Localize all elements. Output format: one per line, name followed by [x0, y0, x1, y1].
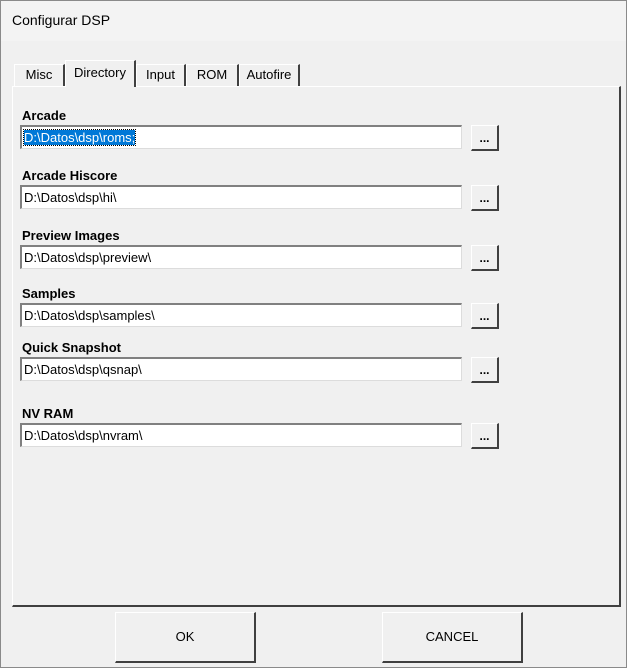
nv-ram-label: NV RAM	[22, 406, 74, 421]
ok-button[interactable]: OK	[115, 612, 256, 663]
arcade-hiscore-browse-button[interactable]: ...	[471, 185, 499, 211]
quick-snapshot-path-input[interactable]: D:\Datos\dsp\qsnap\	[20, 357, 462, 381]
tab-input[interactable]: Input	[136, 64, 186, 86]
samples-path-input[interactable]: D:\Datos\dsp\samples\	[20, 303, 462, 327]
arcade-browse-button[interactable]: ...	[471, 125, 499, 151]
arcade-hiscore-path-input[interactable]: D:\Datos\dsp\hi\	[20, 185, 462, 209]
tab-misc[interactable]: Misc	[14, 64, 65, 86]
nv-ram-path-input[interactable]: D:\Datos\dsp\nvram\	[20, 423, 462, 447]
nv-ram-browse-button[interactable]: ...	[471, 423, 499, 449]
arcade-hiscore-label: Arcade Hiscore	[22, 168, 118, 183]
preview-images-browse-button[interactable]: ...	[471, 245, 499, 271]
tab-rom[interactable]: ROM	[186, 64, 239, 86]
arcade-label: Arcade	[22, 108, 67, 123]
directory-panel: Arcade D:\Datos\dsp\roms; ... Arcade His…	[12, 86, 621, 607]
samples-label: Samples	[22, 286, 76, 301]
window-title: Configurar DSP	[12, 12, 111, 28]
title-bar[interactable]: Configurar DSP	[1, 1, 626, 41]
preview-images-path-input[interactable]: D:\Datos\dsp\preview\	[20, 245, 462, 269]
dialog-window: Configurar DSP Misc Directory Input ROM …	[0, 0, 627, 668]
samples-browse-button[interactable]: ...	[471, 303, 499, 329]
tab-autofire[interactable]: Autofire	[239, 64, 300, 86]
tab-directory[interactable]: Directory	[65, 60, 136, 87]
cancel-button[interactable]: CANCEL	[382, 612, 523, 663]
arcade-path-input[interactable]: D:\Datos\dsp\roms;	[20, 125, 462, 149]
quick-snapshot-browse-button[interactable]: ...	[471, 357, 499, 383]
quick-snapshot-label: Quick Snapshot	[22, 340, 121, 355]
preview-images-label: Preview Images	[22, 228, 120, 243]
arcade-path-value: D:\Datos\dsp\roms;	[22, 129, 137, 146]
